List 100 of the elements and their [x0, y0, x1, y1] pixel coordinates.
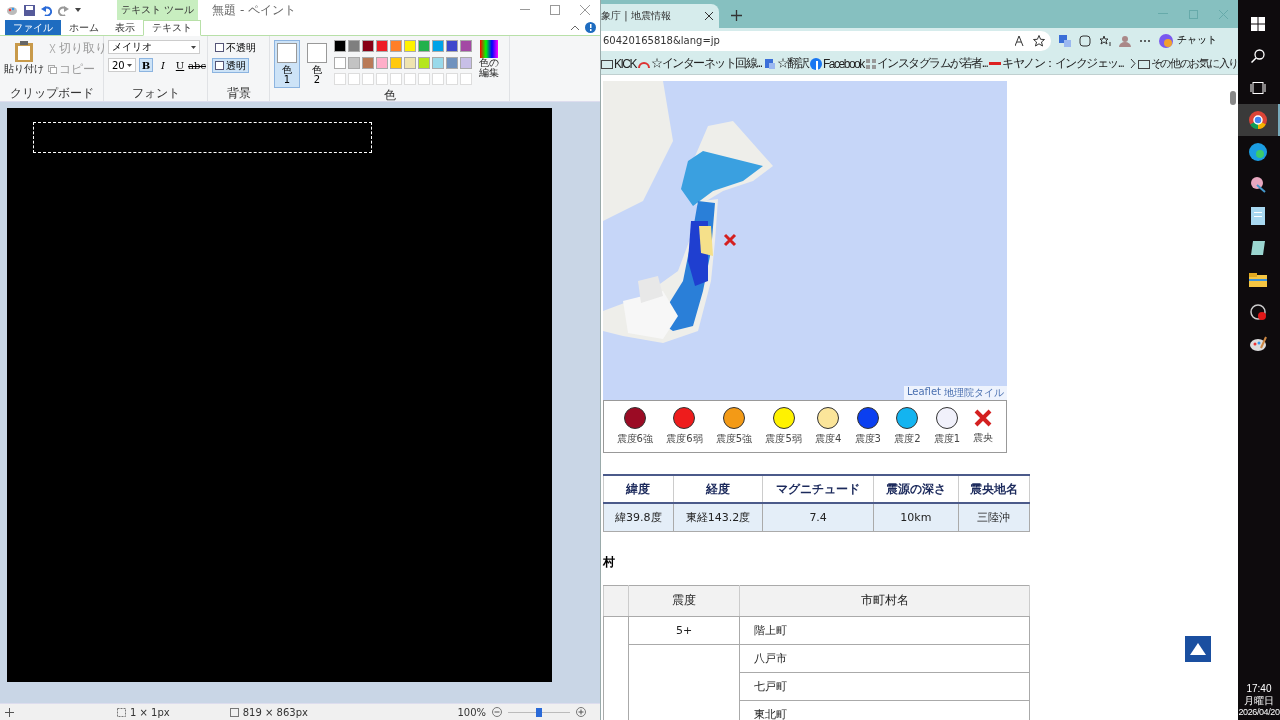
chat-button[interactable]: チャット [1159, 33, 1217, 48]
text-selection-box[interactable] [33, 122, 372, 153]
color-swatch[interactable] [404, 40, 416, 52]
color-swatch[interactable] [362, 40, 374, 52]
extension-icon[interactable] [1059, 34, 1071, 47]
color-swatch[interactable] [432, 56, 444, 69]
ribbon-tab[interactable]: ホーム [61, 20, 107, 35]
color-swatch[interactable] [418, 40, 430, 52]
bookmark[interactable]: キヤノン：インクジェッ... [989, 55, 1124, 72]
empty-swatch[interactable] [432, 73, 444, 86]
empty-swatch[interactable] [376, 73, 388, 86]
color-swatch[interactable] [334, 40, 346, 52]
zoom-slider[interactable] [508, 707, 570, 717]
bookmark[interactable]: インスタグラムが若者... [865, 55, 988, 72]
scrollbar-thumb[interactable] [1230, 91, 1236, 105]
color-swatch[interactable] [334, 56, 346, 69]
edge-icon[interactable] [1249, 143, 1267, 161]
chevron-right-icon[interactable] [1129, 59, 1136, 68]
bookmark-folder[interactable]: その他のお気に入り [1137, 56, 1238, 71]
search-icon[interactable] [1251, 49, 1265, 63]
zoom-in-button[interactable] [576, 707, 586, 717]
new-tab-icon[interactable] [731, 10, 742, 21]
collapse-icon[interactable] [571, 25, 579, 30]
legend-label: 震度5強 [715, 432, 753, 446]
color-swatch[interactable] [390, 40, 402, 52]
font-style-button[interactable]: I [156, 58, 170, 72]
font-style-button[interactable]: U [173, 58, 187, 72]
windows-start-icon[interactable] [1251, 17, 1265, 31]
bookmark[interactable]: Facebook [810, 56, 864, 71]
facebook-icon [810, 57, 823, 70]
font-style-button[interactable]: abc [190, 58, 204, 72]
selection-icon [117, 707, 126, 717]
size-dropdown[interactable]: 20 [108, 58, 136, 72]
clock-weekday: 月曜日 [1244, 695, 1274, 708]
folder-icon[interactable] [1249, 273, 1267, 287]
close-icon[interactable] [705, 12, 713, 20]
background-option[interactable]: 不透明 [212, 40, 259, 55]
empty-swatch[interactable] [362, 73, 374, 86]
color-swatch[interactable] [460, 56, 472, 69]
font-dropdown[interactable]: メイリオ [108, 40, 200, 54]
color-swatch[interactable] [446, 56, 458, 69]
color-swatch[interactable] [362, 56, 374, 69]
ribbon-tab[interactable]: ファイル [5, 20, 61, 35]
color-swatch[interactable] [446, 40, 458, 52]
color-swatch[interactable] [376, 56, 388, 69]
palette-icon[interactable] [1249, 336, 1267, 352]
color-swatch[interactable] [390, 56, 402, 69]
favorites-icon[interactable] [1099, 34, 1111, 47]
ribbon-tab[interactable]: 表示 [107, 20, 143, 35]
bookmark[interactable]: ☆インターネット回線... [638, 55, 762, 72]
empty-swatch[interactable] [446, 73, 458, 86]
folder-icon [601, 58, 613, 69]
clock-date: 2026/04/20 [1238, 707, 1280, 718]
profile-icon[interactable] [1119, 34, 1131, 47]
color-swatch[interactable] [404, 56, 416, 69]
group-label: フォント [130, 86, 181, 101]
background-option[interactable]: 透明 [212, 58, 249, 73]
bookmark[interactable]: KICK [601, 56, 636, 71]
help-icon[interactable] [585, 22, 596, 33]
dropdown-icon[interactable] [75, 8, 81, 12]
ribbon-tab[interactable]: テキスト [143, 20, 201, 36]
color-swatch[interactable] [432, 40, 444, 52]
color-swatch[interactable] [460, 40, 472, 52]
zoom-out-button[interactable] [492, 707, 502, 717]
task-view-icon[interactable] [1250, 82, 1266, 94]
edit-colors-button[interactable]: 色の編集 [476, 40, 502, 88]
color-swatch[interactable] [418, 56, 430, 69]
text-box-icon [215, 43, 224, 52]
color-swatch[interactable] [376, 40, 388, 52]
tab-title: 象庁 | 地震情報 [601, 9, 671, 23]
color-swatch[interactable] [348, 40, 360, 52]
font-style-button[interactable]: B [139, 58, 153, 72]
star-icon[interactable] [1033, 34, 1045, 47]
empty-swatch[interactable] [348, 73, 360, 86]
attribution-link[interactable]: 地理院タイル [944, 386, 1004, 400]
empty-swatch[interactable] [390, 73, 402, 86]
redo-icon[interactable] [58, 4, 69, 16]
attribution-link[interactable]: Leaflet [906, 386, 941, 400]
taskbar-button[interactable] [1238, 104, 1280, 136]
save-icon[interactable] [24, 4, 35, 16]
color-swatch[interactable] [348, 56, 360, 69]
browser-tab[interactable]: 象庁 | 地震情報 [601, 4, 719, 28]
legend-label: 震度5弱 [765, 432, 802, 446]
app-icon[interactable] [1249, 175, 1267, 193]
paste-button[interactable]: 貼り付け [4, 40, 44, 86]
scroll-to-top-button[interactable] [1185, 636, 1211, 662]
empty-swatch[interactable] [334, 73, 346, 86]
gauge-icon[interactable] [1249, 303, 1267, 321]
bookmark[interactable]: ☆翻訳 [763, 55, 809, 72]
address-bar[interactable]: 60420165818&lang=jp [601, 30, 1051, 51]
color-slot[interactable]: 色 2 [304, 40, 330, 88]
color-spectrum-icon [480, 40, 498, 58]
more-icon[interactable] [1139, 38, 1151, 43]
empty-swatch[interactable] [460, 73, 472, 86]
empty-swatch[interactable] [404, 73, 416, 86]
chrome-icon[interactable] [1249, 111, 1267, 129]
color-slot[interactable]: 色 1 [274, 40, 300, 88]
document-icon[interactable] [1250, 240, 1266, 256]
empty-swatch[interactable] [418, 73, 430, 86]
undo-icon[interactable] [41, 4, 52, 16]
